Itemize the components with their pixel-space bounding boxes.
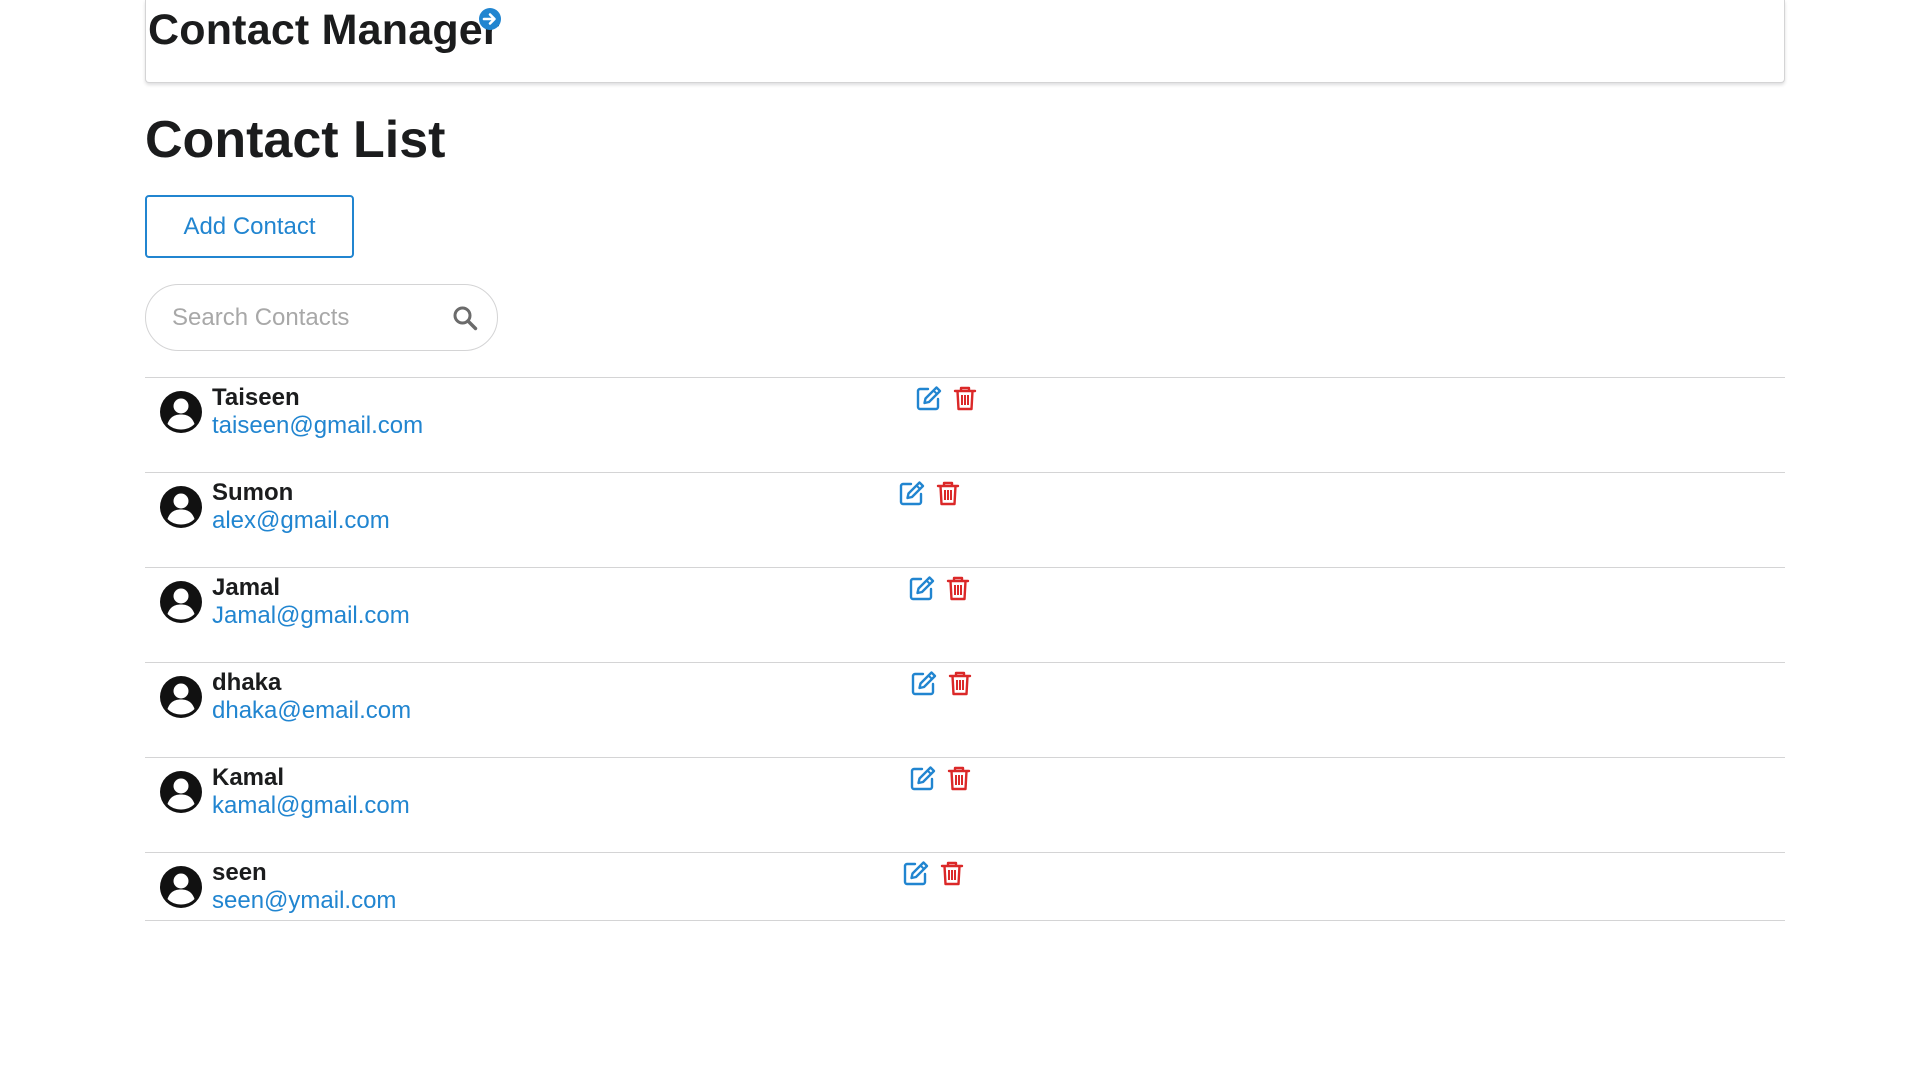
page-title: Contact List <box>145 111 446 169</box>
contact-actions <box>909 764 973 794</box>
trash-icon[interactable] <box>934 479 962 507</box>
edit-icon[interactable] <box>908 574 936 602</box>
user-circle-icon <box>160 676 202 718</box>
contact-email-link[interactable]: dhaka@email.com <box>212 696 411 726</box>
contact-name: Jamal <box>212 574 281 601</box>
contact-email-link[interactable]: taiseen@gmail.com <box>212 411 423 441</box>
app-header: Contact Manager <box>145 0 1785 83</box>
trash-icon[interactable] <box>946 669 974 697</box>
contact-actions <box>915 384 979 414</box>
contact-actions <box>898 479 962 509</box>
trash-icon[interactable] <box>944 574 972 602</box>
contact-name: Kamal <box>212 764 285 791</box>
edit-icon[interactable] <box>910 669 938 697</box>
contact-row: Taiseen taiseen@gmail.com <box>145 378 1785 473</box>
user-circle-icon <box>160 771 202 813</box>
contact-actions <box>910 669 974 699</box>
contact-email-link[interactable]: Jamal@gmail.com <box>212 601 410 631</box>
trash-icon[interactable] <box>945 764 973 792</box>
search-input[interactable] <box>170 297 430 339</box>
contact-name: seen <box>212 859 267 886</box>
edit-icon[interactable] <box>909 764 937 792</box>
contact-name: Taiseen <box>212 384 300 411</box>
contact-actions <box>908 574 972 604</box>
trash-icon[interactable] <box>951 384 979 412</box>
contact-email-link[interactable]: kamal@gmail.com <box>212 791 410 821</box>
add-contact-button[interactable]: Add Contact <box>145 195 354 258</box>
edit-icon[interactable] <box>915 384 943 412</box>
arrow-circle-right-icon[interactable] <box>478 7 502 31</box>
contact-row: dhaka dhaka@email.com <box>145 663 1785 758</box>
edit-icon[interactable] <box>898 479 926 507</box>
user-circle-icon <box>160 581 202 623</box>
search-icon[interactable] <box>452 305 478 331</box>
contact-row: Sumon alex@gmail.com <box>145 473 1785 568</box>
edit-icon[interactable] <box>902 859 930 887</box>
user-circle-icon <box>160 391 202 433</box>
trash-icon[interactable] <box>938 859 966 887</box>
contact-list: Taiseen taiseen@gmail.com Sumon alex@gmail.… <box>145 377 1785 921</box>
contact-row: Kamal kamal@gmail.com <box>145 758 1785 853</box>
user-circle-icon <box>160 866 202 908</box>
app-title: Contact Manager <box>148 6 500 54</box>
contact-name: dhaka <box>212 669 282 696</box>
contact-row: Jamal Jamal@gmail.com <box>145 568 1785 663</box>
contact-email-link[interactable]: alex@gmail.com <box>212 506 390 536</box>
contact-email-link[interactable]: seen@ymail.com <box>212 886 396 916</box>
contact-actions <box>902 859 966 889</box>
user-circle-icon <box>160 486 202 528</box>
contact-row: seen seen@ymail.com <box>145 853 1785 921</box>
contact-name: Sumon <box>212 479 294 506</box>
search-box <box>145 284 498 351</box>
